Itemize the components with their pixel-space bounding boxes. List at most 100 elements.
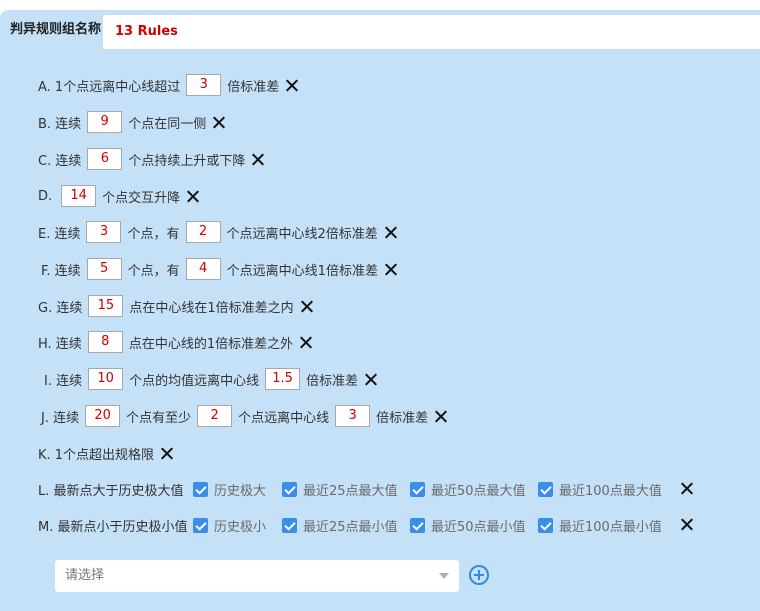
rule-m-option-2-checkbox[interactable] [282, 517, 297, 533]
rule-l-option-4-label: 最近100点最大值 [559, 483, 662, 499]
rule-a-remove-icon[interactable] [284, 78, 299, 93]
rule-j-mid2: 个点远离中心线 [238, 410, 330, 426]
add-circle-icon[interactable] [469, 565, 489, 585]
rule-e-remove-icon[interactable] [383, 225, 398, 240]
rule-d: D. 14 个点交互升降 [38, 185, 200, 207]
rule-group-header: 判异规则组名称 [0, 10, 760, 50]
rule-b-value-1[interactable]: 9 [87, 111, 123, 133]
add-rule-select-placeholder: 请选择 [65, 568, 105, 583]
rule-e-value-1[interactable]: 3 [86, 221, 122, 243]
rule-j: J. 连续 20 个点有至少 2 个点远离中心线 3 倍标准差 [41, 405, 448, 427]
rule-e-mid: 个点，有 [127, 226, 180, 242]
rule-m-option-2-label: 最近25点最小值 [303, 519, 398, 535]
rule-c: C. 连续 6 个点持续上升或下降 [38, 148, 265, 170]
rule-g-suffix: 点在中心线在1倍标准差之内 [129, 300, 294, 316]
rule-i-remove-icon[interactable] [363, 372, 378, 387]
rule-l: L. 最新点大于历史极大值 历史极大 最近25点最大值 最近50点最大值 最近1… [38, 478, 738, 500]
rule-i: I. 连续 10 个点的均值远离中心线 1.5 倍标准差 [44, 368, 378, 390]
rule-m-option-4-label: 最近100点最小值 [559, 519, 662, 535]
rule-j-value-2[interactable]: 2 [197, 405, 233, 427]
rule-l-prefix: L. 最新点大于历史极大值 [38, 483, 184, 499]
rule-i-value-2[interactable]: 1.5 [265, 368, 301, 390]
rule-g-value-1[interactable]: 15 [88, 295, 124, 317]
rule-group-name-label: 判异规则组名称 [10, 22, 102, 37]
rule-j-mid: 个点有至少 [126, 410, 192, 426]
rule-h: H. 连续 8 点在中心线的1倍标准差之外 [38, 331, 313, 353]
add-rule-select[interactable]: 请选择 [55, 560, 459, 592]
rule-l-option-4[interactable]: 最近100点最大值 [538, 478, 662, 500]
rule-b-remove-icon[interactable] [211, 115, 226, 130]
rule-f-remove-icon[interactable] [383, 262, 398, 277]
rule-m-option-1-label: 历史极小 [214, 519, 267, 535]
rule-j-suffix: 倍标准差 [376, 410, 429, 426]
rule-i-prefix: I. 连续 [44, 373, 83, 389]
rule-l-option-1-checkbox[interactable] [193, 481, 208, 497]
rule-h-remove-icon[interactable] [298, 335, 313, 350]
rule-a: A. 1个点远离中心线超过 3 倍标准差 [38, 74, 299, 96]
rule-c-value-1[interactable]: 6 [87, 148, 123, 170]
rule-a-prefix: A. 1个点远离中心线超过 [38, 79, 181, 95]
rule-a-suffix: 倍标准差 [227, 79, 280, 95]
rule-m-option-1[interactable]: 历史极小 [193, 514, 266, 536]
rule-m-option-4-checkbox[interactable] [538, 517, 553, 533]
rule-d-suffix: 个点交互升降 [102, 190, 181, 206]
rule-l-option-2-checkbox[interactable] [282, 481, 297, 497]
rule-d-prefix: D. [38, 188, 53, 204]
rule-k: K. 1个点超出规格限 [38, 442, 174, 464]
rules-panel: A. 1个点远离中心线超过 3 倍标准差 B. 连续 9 个点在同一侧 C. 连… [0, 50, 760, 611]
rule-l-option-1-label: 历史极大 [214, 483, 267, 499]
rule-m-option-3[interactable]: 最近50点最小值 [410, 514, 526, 536]
rule-e-value-2[interactable]: 2 [185, 221, 221, 243]
rule-f-prefix: F. 连续 [41, 263, 81, 279]
rule-j-remove-icon[interactable] [433, 409, 448, 424]
rule-group-name-input[interactable] [103, 15, 760, 49]
rule-i-value-1[interactable]: 10 [88, 368, 124, 390]
rule-d-value-1[interactable]: 14 [61, 185, 97, 207]
rule-e-suffix: 个点远离中心线2倍标准差 [226, 226, 378, 242]
rule-b-prefix: B. 连续 [38, 116, 82, 132]
rule-l-option-1[interactable]: 历史极大 [193, 478, 266, 500]
rule-h-suffix: 点在中心线的1倍标准差之外 [128, 336, 294, 352]
rule-e: E. 连续 3 个点，有 2 个点远离中心线2倍标准差 [38, 221, 398, 243]
rule-d-remove-icon[interactable] [185, 189, 200, 204]
rule-m-option-3-label: 最近50点最小值 [431, 519, 526, 535]
rule-l-remove-icon[interactable] [679, 481, 694, 496]
rule-m: M. 最新点小于历史极小值 历史极小 最近25点最小值 最近50点最小值 最近1… [38, 514, 738, 536]
rule-l-option-4-checkbox[interactable] [538, 481, 553, 497]
rule-f-mid: 个点，有 [127, 263, 180, 279]
rule-f-value-2[interactable]: 4 [185, 258, 221, 280]
rule-k-remove-icon[interactable] [159, 446, 174, 461]
rule-c-prefix: C. 连续 [38, 153, 82, 169]
rule-j-value-3[interactable]: 3 [335, 405, 371, 427]
rule-g-remove-icon[interactable] [299, 299, 314, 314]
rule-m-option-4[interactable]: 最近100点最小值 [538, 514, 662, 536]
rule-m-remove-icon[interactable] [679, 517, 694, 532]
rule-f-suffix: 个点远离中心线1倍标准差 [226, 263, 378, 279]
rule-l-option-2[interactable]: 最近25点最大值 [282, 478, 398, 500]
rule-m-prefix: M. 最新点小于历史极小值 [38, 519, 188, 535]
rule-j-prefix: J. 连续 [41, 410, 80, 426]
rule-b-suffix: 个点在同一侧 [128, 116, 207, 132]
rule-i-mid: 个点的均值远离中心线 [129, 373, 260, 389]
rule-c-remove-icon[interactable] [250, 152, 265, 167]
rule-f-value-1[interactable]: 5 [86, 258, 122, 280]
rule-m-option-3-checkbox[interactable] [410, 517, 425, 533]
rule-h-prefix: H. 连续 [38, 336, 82, 352]
rule-j-value-1[interactable]: 20 [85, 405, 121, 427]
rule-b: B. 连续 9 个点在同一侧 [38, 111, 226, 133]
rule-a-value-1[interactable]: 3 [186, 74, 222, 96]
rule-k-prefix: K. 1个点超出规格限 [38, 447, 155, 463]
rule-l-option-2-label: 最近25点最大值 [303, 483, 398, 499]
chevron-down-icon [439, 573, 449, 579]
rule-g-prefix: G. 连续 [38, 300, 83, 316]
rule-i-suffix: 倍标准差 [306, 373, 359, 389]
rule-h-value-1[interactable]: 8 [87, 331, 123, 353]
rule-g: G. 连续 15 点在中心线在1倍标准差之内 [38, 295, 314, 317]
rule-f: F. 连续 5 个点，有 4 个点远离中心线1倍标准差 [41, 258, 398, 280]
rule-l-option-3-label: 最近50点最大值 [431, 483, 526, 499]
rule-l-option-3-checkbox[interactable] [410, 481, 425, 497]
rule-l-option-3[interactable]: 最近50点最大值 [410, 478, 526, 500]
rule-m-option-2[interactable]: 最近25点最小值 [282, 514, 398, 536]
rule-c-suffix: 个点持续上升或下降 [128, 153, 246, 169]
rule-m-option-1-checkbox[interactable] [193, 517, 208, 533]
